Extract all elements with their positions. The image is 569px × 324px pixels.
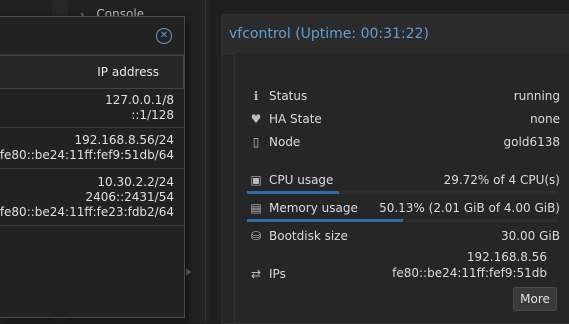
ha-state-label: HA State <box>269 112 322 126</box>
table-row[interactable]: 192.168.8.56/24 fe80::be24:11ff:fef9:51d… <box>0 128 184 169</box>
close-icon[interactable]: ✕ <box>156 28 172 44</box>
status-label: Status <box>269 89 308 103</box>
scroll-arrow-icon[interactable] <box>186 268 191 276</box>
memory-row: ▤ Memory usage 50.13% (2.01 GiB of 4.00 G… <box>249 199 560 217</box>
bootdisk-row: ⛁ Bootdisk size 30.00 GiB <box>249 227 560 245</box>
panel-body: ℹ Status running ♥ HA State none ▯ Node gol… <box>234 53 569 323</box>
column-header-label: IP address <box>97 65 159 79</box>
cpu-progress-fill <box>247 191 340 194</box>
cpu-icon: ▣ <box>250 173 262 187</box>
more-button[interactable]: More <box>513 287 557 311</box>
disk-icon: ⛁ <box>250 229 262 243</box>
ip-address-dialog: ✕ IP address 127.0.0.1/8 ::1/128 192.168… <box>0 16 185 318</box>
panel-title: vfcontrol (Uptime: 00:31:22) <box>229 26 429 42</box>
bootdisk-value: 30.00 GiB <box>500 229 560 243</box>
memory-progress-bar <box>247 219 558 222</box>
ip-cell-line: fe80::be24:11ff:fe23:fdb2/64 <box>0 204 174 219</box>
node-row: ▯ Node gold6138 <box>249 133 560 151</box>
table-row[interactable]: 127.0.0.1/8 ::1/128 <box>0 89 184 128</box>
ha-state-row: ♥ HA State none <box>249 110 560 128</box>
node-value: gold6138 <box>503 135 560 149</box>
exchange-icon: ⇄ <box>250 267 262 281</box>
ip-address-grid: IP address 127.0.0.1/8 ::1/128 192.168.8… <box>0 55 184 226</box>
ip-cell-line: ::1/128 <box>131 108 174 122</box>
memory-value: 50.13% (2.01 GiB of 4.00 GiB) <box>379 201 560 215</box>
cpu-progress-bar <box>247 191 558 194</box>
heartbeat-icon: ♥ <box>250 112 262 126</box>
cpu-value: 29.72% of 4 CPU(s) <box>443 173 560 187</box>
memory-label: Memory usage <box>269 201 358 215</box>
ip-cell-line: 192.168.8.56/24 <box>74 133 174 147</box>
bootdisk-label: Bootdisk size <box>269 229 348 243</box>
node-icon: ▯ <box>252 135 260 149</box>
ip-cell-line: fe80::be24:11ff:fef9:51db/64 <box>0 148 174 162</box>
dialog-header: ✕ <box>0 17 184 55</box>
ips-row: ⇄ IPs <box>249 265 369 283</box>
cpu-row: ▣ CPU usage 29.72% of 4 CPU(s) <box>249 171 560 189</box>
divider <box>205 0 206 322</box>
status-row: ℹ Status running <box>249 87 560 105</box>
ip-value: fe80::be24:11ff:fef9:51db <box>392 266 547 280</box>
ha-state-value: none <box>530 112 560 126</box>
ip-cell-line: 2406::2431/54 <box>85 189 174 204</box>
ip-cell-line: 127.0.0.1/8 <box>105 93 174 107</box>
memory-icon: ▤ <box>250 201 262 215</box>
cpu-label: CPU usage <box>269 173 334 187</box>
table-row[interactable]: 10.30.2.2/24 2406::2431/54 fe80::be24:11… <box>0 169 184 226</box>
ip-cell-line: 10.30.2.2/24 <box>97 174 174 189</box>
memory-progress-fill <box>247 219 403 222</box>
status-panel: vfcontrol (Uptime: 00:31:22) ℹ Status run… <box>221 14 569 324</box>
info-icon: ℹ <box>253 89 259 103</box>
ips-values: 192.168.8.56 fe80::be24:11ff:fef9:51db <box>392 249 547 281</box>
panel-header: vfcontrol (Uptime: 00:31:22) <box>222 15 569 54</box>
column-header-ip-address[interactable]: IP address <box>0 55 184 89</box>
ip-value: 192.168.8.56 <box>466 250 547 264</box>
ips-label: IPs <box>269 267 286 281</box>
status-value: running <box>513 89 560 103</box>
node-label: Node <box>269 135 301 149</box>
